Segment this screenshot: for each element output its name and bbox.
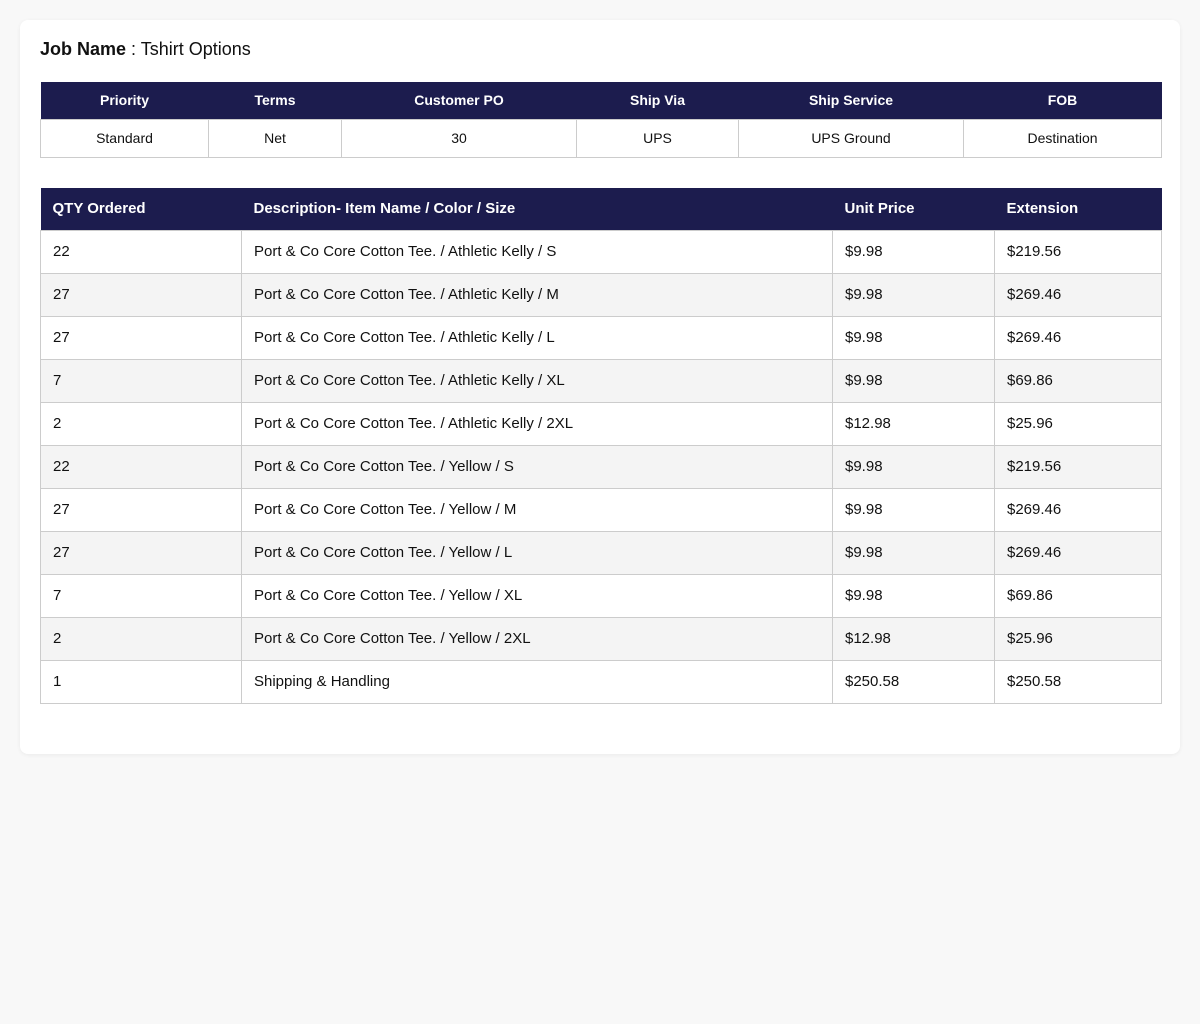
description-cell: Port & Co Core Cotton Tee. / Yellow / XL (241, 573, 833, 618)
extension-cell: $25.96 (994, 401, 1162, 446)
table-row: 22 Port & Co Core Cotton Tee. / Yellow /… (40, 444, 1162, 489)
job-name-line: Job Name : Tshirt Options (40, 38, 251, 60)
unit-price-cell: $12.98 (832, 401, 995, 446)
description-cell: Port & Co Core Cotton Tee. / Yellow / M (241, 487, 833, 532)
order-card: Job Name : Tshirt Options Priority Terms… (20, 20, 1180, 754)
job-name-separator: : (126, 39, 141, 59)
summary-header-priority: Priority (40, 82, 209, 119)
description-cell: Port & Co Core Cotton Tee. / Athletic Ke… (241, 229, 833, 274)
summary-header-row: Priority Terms Customer PO Ship Via Ship… (40, 82, 1162, 119)
extension-cell: $25.96 (994, 616, 1162, 661)
job-name-label: Job Name (40, 39, 127, 59)
extension-cell: $250.58 (994, 659, 1162, 704)
extension-cell: $269.46 (994, 272, 1162, 317)
items-header-qty: QTY Ordered (40, 188, 242, 230)
unit-price-cell: $9.98 (832, 229, 995, 274)
summary-header-fob: FOB (963, 82, 1162, 119)
items-header-row: QTY Ordered Description- Item Name / Col… (40, 188, 1162, 230)
qty-cell: 27 (40, 315, 242, 360)
table-row: 27 Port & Co Core Cotton Tee. / Yellow /… (40, 487, 1162, 532)
qty-cell: 22 (40, 229, 242, 274)
table-row: 2 Port & Co Core Cotton Tee. / Yellow / … (40, 616, 1162, 661)
summary-header-ship-via: Ship Via (576, 82, 739, 119)
extension-cell: $269.46 (994, 530, 1162, 575)
summary-value-fob: Destination (963, 118, 1162, 158)
line-items-table: QTY Ordered Description- Item Name / Col… (40, 188, 1162, 704)
qty-cell: 2 (40, 616, 242, 661)
order-summary-table: Priority Terms Customer PO Ship Via Ship… (40, 82, 1162, 158)
summary-value-priority: Standard (40, 118, 209, 158)
job-name-value: Tshirt Options (140, 39, 251, 59)
table-row: 7 Port & Co Core Cotton Tee. / Athletic … (40, 358, 1162, 403)
table-row: 2 Port & Co Core Cotton Tee. / Athletic … (40, 401, 1162, 446)
description-cell: Port & Co Core Cotton Tee. / Yellow / L (241, 530, 833, 575)
summary-value-row: Standard Net 30 UPS UPS Ground Destinati… (40, 118, 1162, 158)
unit-price-cell: $9.98 (832, 487, 995, 532)
summary-value-ship-service: UPS Ground (738, 118, 964, 158)
description-cell: Shipping & Handling (241, 659, 833, 704)
unit-price-cell: $12.98 (832, 616, 995, 661)
unit-price-cell: $9.98 (832, 358, 995, 403)
summary-header-ship-service: Ship Service (738, 82, 964, 119)
summary-value-terms: Net (208, 118, 342, 158)
qty-cell: 27 (40, 487, 242, 532)
summary-header-customer-po: Customer PO (341, 82, 577, 119)
table-row: 27 Port & Co Core Cotton Tee. / Athletic… (40, 315, 1162, 360)
unit-price-cell: $9.98 (832, 315, 995, 360)
extension-cell: $69.86 (994, 358, 1162, 403)
summary-header-terms: Terms (208, 82, 342, 119)
table-row: 22 Port & Co Core Cotton Tee. / Athletic… (40, 229, 1162, 274)
extension-cell: $219.56 (994, 444, 1162, 489)
unit-price-cell: $250.58 (832, 659, 995, 704)
table-row: 1 Shipping & Handling $250.58 $250.58 (40, 659, 1162, 704)
items-header-extension: Extension (994, 188, 1162, 230)
summary-value-customer-po: 30 (341, 118, 577, 158)
unit-price-cell: $9.98 (832, 573, 995, 618)
extension-cell: $219.56 (994, 229, 1162, 274)
qty-cell: 27 (40, 530, 242, 575)
qty-cell: 22 (40, 444, 242, 489)
qty-cell: 27 (40, 272, 242, 317)
qty-cell: 7 (40, 573, 242, 618)
table-row: 27 Port & Co Core Cotton Tee. / Yellow /… (40, 530, 1162, 575)
qty-cell: 1 (40, 659, 242, 704)
unit-price-cell: $9.98 (832, 530, 995, 575)
extension-cell: $269.46 (994, 487, 1162, 532)
items-header-description: Description- Item Name / Color / Size (241, 188, 833, 230)
table-row: 7 Port & Co Core Cotton Tee. / Yellow / … (40, 573, 1162, 618)
extension-cell: $269.46 (994, 315, 1162, 360)
description-cell: Port & Co Core Cotton Tee. / Yellow / 2X… (241, 616, 833, 661)
items-header-unit-price: Unit Price (832, 188, 995, 230)
summary-value-ship-via: UPS (576, 118, 739, 158)
description-cell: Port & Co Core Cotton Tee. / Athletic Ke… (241, 315, 833, 360)
extension-cell: $69.86 (994, 573, 1162, 618)
description-cell: Port & Co Core Cotton Tee. / Athletic Ke… (241, 272, 833, 317)
unit-price-cell: $9.98 (832, 272, 995, 317)
unit-price-cell: $9.98 (832, 444, 995, 489)
description-cell: Port & Co Core Cotton Tee. / Yellow / S (241, 444, 833, 489)
table-row: 27 Port & Co Core Cotton Tee. / Athletic… (40, 272, 1162, 317)
qty-cell: 2 (40, 401, 242, 446)
description-cell: Port & Co Core Cotton Tee. / Athletic Ke… (241, 358, 833, 403)
qty-cell: 7 (40, 358, 242, 403)
description-cell: Port & Co Core Cotton Tee. / Athletic Ke… (241, 401, 833, 446)
